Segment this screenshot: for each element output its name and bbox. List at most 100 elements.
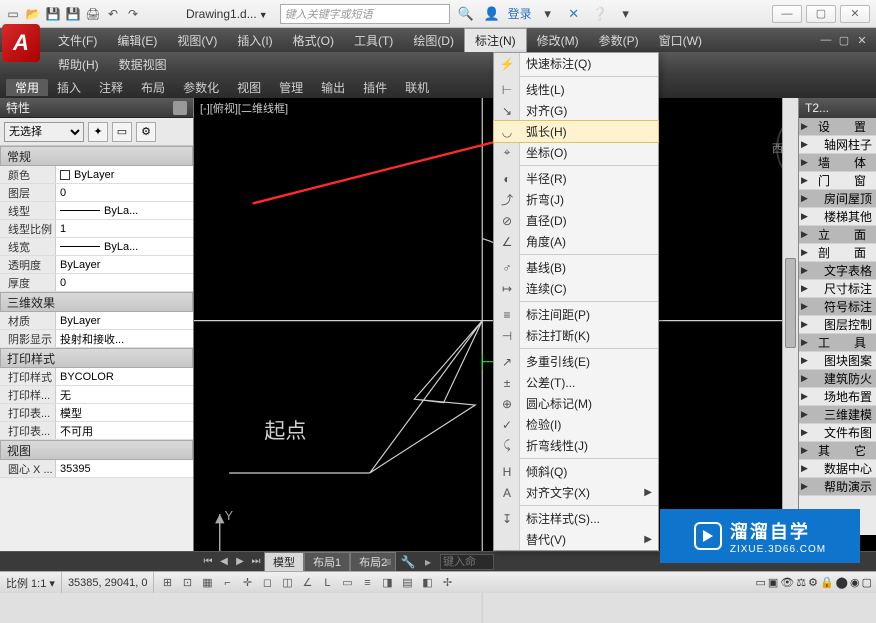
menu-item-倾斜[interactable]: H倾斜(Q) — [494, 461, 658, 482]
undo-icon[interactable]: ↶ — [104, 5, 122, 23]
print-icon[interactable]: 🖨 — [84, 5, 102, 23]
menu-item-快速标注[interactable]: ⚡快速标注(Q) — [494, 53, 658, 74]
palette-item-文件布图[interactable]: ▶文件布图 — [799, 424, 876, 442]
cmd-wrench-icon[interactable]: 🔧 — [400, 554, 416, 570]
ribbon-tab-插件[interactable]: 插件 — [354, 79, 396, 96]
tpy-icon[interactable]: ◨ — [378, 574, 396, 592]
palette-item-设置[interactable]: ▶设 置 — [799, 118, 876, 136]
menu-item-圆心标记[interactable]: ⊕圆心标记(M) — [494, 393, 658, 414]
palette-item-剖面[interactable]: ▶剖 面 — [799, 244, 876, 262]
otrack-icon[interactable]: ∠ — [298, 574, 316, 592]
quickselect-icon[interactable]: ⚙ — [136, 122, 156, 142]
menu-item-连续[interactable]: ↦连续(C) — [494, 278, 658, 299]
prop-lineweight-value[interactable]: ByLa... — [56, 238, 193, 255]
menu-绘图[interactable]: 绘图(D) — [403, 28, 464, 52]
menu-item-对齐[interactable]: ↘对齐(G) — [494, 100, 658, 121]
prop-plottab2-value[interactable]: 模型 — [56, 404, 193, 421]
menu-修改[interactable]: 修改(M) — [527, 28, 589, 52]
new-icon[interactable]: ▭ — [4, 5, 22, 23]
category-view[interactable]: 视图 — [0, 440, 193, 460]
palette-item-图层控制[interactable]: ▶图层控制 — [799, 316, 876, 334]
menu-item-检验[interactable]: ✓检验(I) — [494, 414, 658, 435]
prop-linetype-value[interactable]: ByLa... — [56, 202, 193, 219]
app-logo[interactable]: A — [2, 24, 40, 62]
snap-icon[interactable]: ⊡ — [178, 574, 196, 592]
maximize-button[interactable]: ▢ — [806, 5, 836, 23]
menu-item-对齐文字[interactable]: A对齐文字(X)▶ — [494, 482, 658, 503]
ribbon-tab-常用[interactable]: 常用 — [6, 79, 48, 96]
select-objects-icon[interactable]: ▭ — [112, 122, 132, 142]
menu-插入[interactable]: 插入(I) — [227, 28, 282, 52]
tab-prev-icon[interactable]: ◀ — [216, 554, 232, 570]
viewport-max-icon[interactable]: ▣ — [768, 576, 778, 589]
prop-plottab3-value[interactable]: 不可用 — [56, 422, 193, 439]
panel-options-icon[interactable] — [173, 101, 187, 115]
menu-item-直径[interactable]: ⊘直径(D) — [494, 210, 658, 231]
minimize-button[interactable]: — — [772, 5, 802, 23]
close-button[interactable]: ✕ — [840, 5, 870, 23]
clean-screen-icon[interactable]: ▢ — [862, 576, 872, 589]
dyn-icon[interactable]: ▭ — [338, 574, 356, 592]
scale-control[interactable]: 比例 1:1 ▾ — [0, 572, 62, 593]
open-icon[interactable]: 📂 — [24, 5, 42, 23]
prop-material-value[interactable]: ByLayer — [56, 312, 193, 329]
annomon-icon[interactable]: 👁 — [780, 576, 794, 589]
saveas-icon[interactable]: 💾 — [64, 5, 82, 23]
palette-item-帮助演示[interactable]: ▶帮助演示 — [799, 478, 876, 496]
isolate-icon[interactable]: ◉ — [850, 576, 860, 589]
menu-item-标注间距[interactable]: ≡标注间距(P) — [494, 304, 658, 325]
palette-item-轴网柱子[interactable]: ▶轴网柱子 — [799, 136, 876, 154]
ribbon-tab-插入[interactable]: 插入 — [48, 79, 90, 96]
menu-视图[interactable]: 视图(V) — [167, 28, 227, 52]
grid-icon[interactable]: ▦ — [198, 574, 216, 592]
prop-color-value[interactable]: ByLayer — [56, 166, 193, 183]
3dosnap-icon[interactable]: ◫ — [278, 574, 296, 592]
menu-item-多重引线[interactable]: ↗多重引线(E) — [494, 351, 658, 372]
menu-帮助[interactable]: 帮助(H) — [48, 52, 109, 76]
menu-标注[interactable]: 标注(N) — [464, 28, 527, 52]
lwt-icon[interactable]: ≡ — [358, 574, 376, 592]
mdi-close-icon[interactable]: ✕ — [854, 33, 870, 47]
menu-参数[interactable]: 参数(P) — [589, 28, 649, 52]
menu-item-线性[interactable]: ⊢线性(L) — [494, 79, 658, 100]
ribbon-tab-管理[interactable]: 管理 — [270, 79, 312, 96]
menu-数据视图[interactable]: 数据视图 — [109, 52, 177, 76]
ducs-icon[interactable]: L — [318, 574, 336, 592]
prop-centerx-value[interactable] — [56, 460, 193, 477]
tab-first-icon[interactable]: ⏮ — [200, 554, 216, 570]
mdi-max-icon[interactable]: ▢ — [836, 33, 852, 47]
prop-shadow-value[interactable]: 投射和接收... — [56, 330, 193, 347]
menu-文件[interactable]: 文件(F) — [48, 28, 107, 52]
palette-item-数据中心[interactable]: ▶数据中心 — [799, 460, 876, 478]
cmd-history-icon[interactable]: ≡ — [380, 554, 396, 570]
menu-item-标注打断[interactable]: ⊣标注打断(K) — [494, 325, 658, 346]
menu-item-折弯[interactable]: ⤴折弯(J) — [494, 189, 658, 210]
hardware-accel-icon[interactable]: ⬤ — [836, 576, 848, 589]
prop-layer-value[interactable]: 0 — [56, 184, 193, 201]
menu-item-半径[interactable]: ◐半径(R) — [494, 168, 658, 189]
layout-tab-模型[interactable]: 模型 — [264, 552, 304, 572]
palette-item-尺寸标注[interactable]: ▶尺寸标注 — [799, 280, 876, 298]
redo-icon[interactable]: ↷ — [124, 5, 142, 23]
menu-item-公差[interactable]: ±公差(T)... — [494, 372, 658, 393]
infer-icon[interactable]: ⊞ — [158, 574, 176, 592]
search-input[interactable]: 键入关键字或短语 — [280, 4, 450, 24]
prop-transparency-value[interactable]: ByLayer — [56, 256, 193, 273]
prop-plottable-value[interactable]: 无 — [56, 386, 193, 403]
palette-item-工具[interactable]: ▶工 具 — [799, 334, 876, 352]
model-paper-icon[interactable]: ▭ — [755, 576, 765, 589]
prop-thickness-value[interactable]: 0 — [56, 274, 193, 291]
menu-item-弧长[interactable]: ◡弧长(H) — [494, 121, 658, 142]
workspace-icon[interactable]: ⚙ — [808, 576, 818, 589]
prop-ltscale-value[interactable]: 1 — [56, 220, 193, 237]
palette-item-墙体[interactable]: ▶墙 体 — [799, 154, 876, 172]
menu-item-标注样式[interactable]: ↧标注样式(S)... — [494, 508, 658, 529]
polar-icon[interactable]: ✛ — [238, 574, 256, 592]
menu-格式[interactable]: 格式(O) — [283, 28, 344, 52]
palette-item-门窗[interactable]: ▶门 窗 — [799, 172, 876, 190]
ribbon-tab-联机[interactable]: 联机 — [396, 79, 438, 96]
category-plot-style[interactable]: 打印样式 — [0, 348, 193, 368]
category-3d-effects[interactable]: 三维效果 — [0, 292, 193, 312]
search-icon[interactable]: 🔍 — [456, 4, 476, 24]
palette-item-图块图案[interactable]: ▶图块图案 — [799, 352, 876, 370]
